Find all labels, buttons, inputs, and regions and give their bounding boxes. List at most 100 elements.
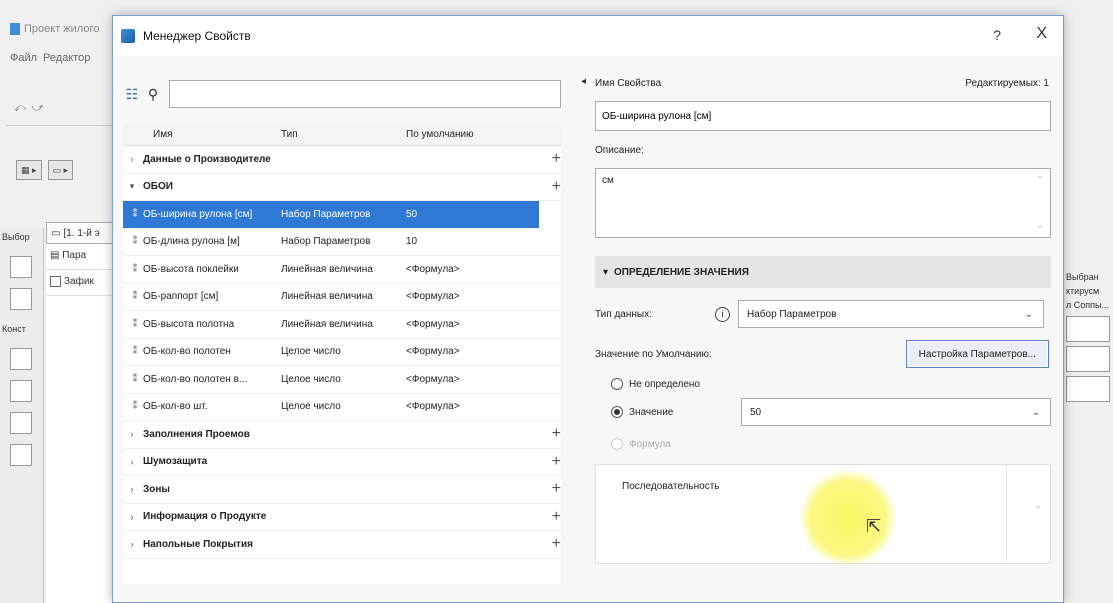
property-row[interactable]: ⁑ ОБ-высота полотна Линейная величина <Форм… — [123, 311, 561, 339]
drag-handle-icon[interactable]: ⁑ — [123, 374, 143, 385]
default-value-select[interactable]: 50 ⌄ — [741, 398, 1051, 426]
radio-undefined[interactable]: Не определено — [595, 378, 1055, 390]
property-type: Целое число — [281, 346, 341, 358]
chevron-right-icon[interactable]: › — [123, 484, 135, 494]
radio-value[interactable]: Значение — [595, 406, 741, 418]
tree-group-row[interactable]: › Шумозащита + — [123, 449, 561, 476]
add-property-icon[interactable]: + — [552, 425, 561, 443]
parameters-row-label: Пара — [62, 250, 87, 261]
drag-handle-icon[interactable]: ⁑ — [123, 291, 143, 302]
drag-handle-icon[interactable]: ⁑ — [123, 346, 143, 357]
data-type-label: Тип данных: — [595, 308, 652, 320]
search-input[interactable] — [169, 80, 561, 108]
column-header-name[interactable]: Имя — [123, 129, 273, 140]
tree-group-row[interactable]: › Информация о Продукте + — [123, 504, 561, 531]
drag-handle-icon[interactable]: ⁑ — [123, 264, 143, 275]
right-label-edit: ктирусм — [1066, 286, 1100, 296]
add-property-icon[interactable]: + — [552, 178, 561, 196]
chevron-down-icon: ⌄ — [1024, 308, 1033, 320]
property-row[interactable]: ⁑ ОБ-раппорт [см] Линейная величина <Формул… — [123, 284, 561, 311]
app-icon — [10, 23, 20, 35]
property-row[interactable]: ⁑ ОБ-длина рулона [м] Набор Параметров 10 — [123, 229, 561, 256]
property-type: Целое число — [281, 401, 341, 413]
lock-row[interactable]: Зафик — [46, 270, 115, 296]
door-tool-icon[interactable] — [10, 380, 32, 402]
property-row[interactable]: ⁑ ОБ-ширина рулона [см] Набор Параметров 50 — [123, 201, 539, 229]
drag-handle-icon[interactable]: ⁑ — [123, 319, 143, 330]
close-button[interactable]: X — [1036, 25, 1047, 43]
wall-tool-icon[interactable] — [10, 348, 32, 370]
property-default: <Формула> — [406, 346, 460, 358]
drag-handle-icon[interactable]: ⁑ — [123, 236, 143, 247]
property-name: ОБ-высота поклейки — [143, 263, 239, 275]
background-info-panel: ▤ Пара Зафик — [46, 244, 116, 603]
right-field-3[interactable] — [1066, 376, 1110, 402]
grid-button[interactable]: ▦ ▸ — [16, 160, 42, 180]
marquee-tool-icon[interactable] — [10, 288, 32, 310]
sequence-header: Последовательность — [622, 481, 720, 492]
property-row[interactable]: ⁑ ОБ-кол-во полотен Целое число <Формула> — [123, 339, 561, 366]
chevron-right-icon[interactable]: › — [123, 457, 135, 467]
background-view-tab[interactable]: ▭ [1. 1-й э — [46, 222, 116, 244]
add-property-icon[interactable]: + — [552, 480, 561, 498]
redo-icon[interactable]: ⤻ — [32, 102, 44, 115]
add-property-icon[interactable]: + — [552, 150, 561, 168]
property-row[interactable]: ⁑ ОБ-кол-во шт. Целое число <Формула> — [123, 394, 561, 421]
property-row[interactable]: ⁑ ОБ-высота поклейки Линейная величина <Фор… — [123, 256, 561, 284]
configure-parameters-button[interactable]: Настройка Параметров... — [905, 340, 1049, 368]
right-field-2[interactable] — [1066, 346, 1110, 372]
property-name: ОБ-длина рулона [м] — [143, 236, 240, 248]
chevron-down-icon[interactable]: ▾ — [123, 181, 135, 192]
chevron-right-icon[interactable]: › — [123, 429, 135, 439]
drag-handle-icon[interactable]: ⁑ — [123, 209, 143, 220]
default-value-row: Значение по Умолчанию: Настройка Парамет… — [595, 340, 1055, 368]
menu-edit[interactable]: Редактор — [43, 52, 90, 70]
tree-group-row[interactable]: › Зоны + — [123, 476, 561, 504]
description-field[interactable]: см ⌃ ⌄ — [595, 168, 1051, 238]
undo-icon[interactable]: ⤺ — [14, 102, 26, 115]
info-icon[interactable]: i — [715, 306, 730, 322]
group-name: Напольные Покрытия — [143, 538, 253, 550]
section-title: ОПРЕДЕЛЕНИЕ ЗНАЧЕНИЯ — [614, 266, 749, 278]
list-view-icon[interactable]: ☷ — [123, 85, 141, 103]
sequence-list[interactable]: Последовательность ⌃ — [595, 464, 1051, 564]
property-manager-dialog: Менеджер Свойств ? X ☷ ⚲ Имя Тип По умол… — [112, 15, 1064, 603]
add-property-icon[interactable]: + — [552, 535, 561, 553]
tree-group-row[interactable]: › Заполнения Проемов + — [123, 421, 561, 449]
column-tool-icon[interactable] — [10, 444, 32, 466]
property-type: Линейная величина — [281, 263, 373, 275]
drag-handle-icon[interactable]: ⁑ — [123, 401, 143, 412]
add-property-icon[interactable]: + — [552, 508, 561, 526]
menu-file[interactable]: Файл — [10, 52, 37, 70]
lock-checkbox[interactable] — [50, 276, 61, 287]
value-definition-section[interactable]: ▾ ОПРЕДЕЛЕНИЕ ЗНАЧЕНИЯ — [595, 256, 1051, 288]
property-name-input[interactable] — [595, 101, 1051, 131]
app-icon — [121, 29, 135, 43]
radio-undefined-icon[interactable] — [611, 378, 623, 390]
column-header-type[interactable]: Тип — [273, 129, 398, 140]
tree-group-row[interactable]: ›Данные о Производителе+⌃ — [123, 146, 561, 174]
column-header-default[interactable]: По умолчанию — [398, 129, 538, 140]
chevron-right-icon[interactable]: › — [123, 512, 135, 522]
parameters-row[interactable]: ▤ Пара — [46, 244, 115, 270]
right-field-1[interactable] — [1066, 316, 1110, 342]
window-tool-icon[interactable] — [10, 412, 32, 434]
collapse-panel-icon[interactable]: ◂ — [581, 76, 586, 87]
add-property-icon[interactable]: + — [552, 453, 561, 471]
property-row[interactable]: ⁑ ОБ-кол-во полотен в... Целое число <Форму… — [123, 366, 561, 394]
scroll-up-icon[interactable]: ⌃ — [1036, 175, 1044, 186]
radio-formula: Формула — [595, 438, 1055, 450]
default-value-selected: 50 — [750, 406, 762, 418]
radio-value-icon[interactable] — [611, 406, 623, 418]
scroll-down-icon[interactable]: ⌄ — [1036, 220, 1044, 231]
value-row: Значение 50 ⌄ — [595, 398, 1055, 426]
chevron-right-icon[interactable]: › — [123, 539, 135, 549]
scroll-up-icon[interactable]: ⌃ — [1034, 505, 1042, 516]
layer-button[interactable]: ▭ ▸ — [47, 160, 74, 180]
tree-group-row[interactable]: › Напольные Покрытия + — [123, 531, 561, 559]
arrow-tool-icon[interactable] — [10, 256, 32, 278]
data-type-select[interactable]: Набор Параметров ⌄ — [738, 300, 1044, 328]
tree-group-row[interactable]: ▾ ОБОИ + — [123, 174, 561, 201]
chevron-right-icon[interactable]: › — [123, 154, 135, 164]
help-button[interactable]: ? — [993, 27, 1001, 43]
